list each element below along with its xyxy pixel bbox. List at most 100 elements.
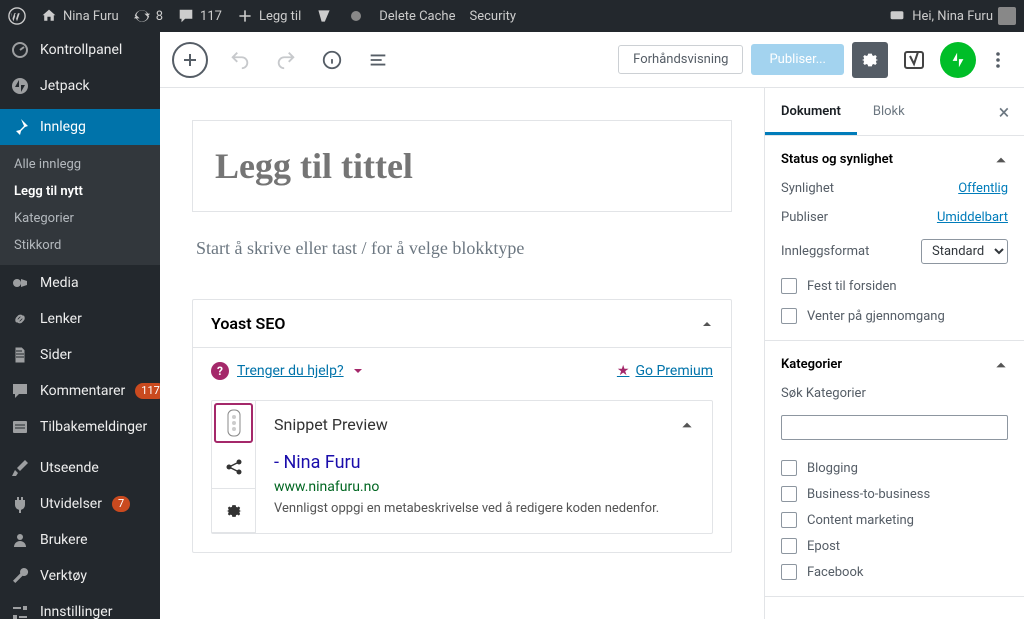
snippet-title[interactable]: - Nina Furu: [274, 452, 694, 473]
home-icon: [40, 7, 58, 25]
user-icon: [10, 530, 30, 550]
panel-categories: Kategorier Søk Kategorier Blogging Busin…: [765, 341, 1024, 597]
settings-toggle[interactable]: [852, 42, 888, 78]
menu-tools[interactable]: Verktøy: [0, 558, 160, 594]
comments-count: 117: [200, 9, 222, 24]
outline-button[interactable]: [364, 46, 392, 74]
tab-document[interactable]: Dokument: [765, 88, 857, 135]
feedback-icon: [10, 417, 30, 437]
notifications[interactable]: [888, 7, 906, 25]
comments-badge: 117: [135, 383, 160, 399]
visibility-value[interactable]: Offentlig: [958, 181, 1008, 196]
category-item[interactable]: Business-to-business: [781, 486, 1008, 502]
snippet-tab-traffic[interactable]: [214, 403, 253, 443]
snippet-tab-settings[interactable]: [212, 489, 255, 533]
checkbox-icon: [781, 278, 797, 294]
search-categories-label: Søk Kategorier: [781, 386, 1008, 401]
site-name-text: Nina Furu: [63, 9, 119, 24]
menu-jetpack[interactable]: Jetpack: [0, 68, 160, 104]
block-appender[interactable]: Start å skrive eller tast / for å velge …: [196, 238, 728, 259]
site-name[interactable]: Nina Furu: [40, 7, 119, 25]
snippet-preview-box: Snippet Preview - Nina Furu www.ninafuru…: [211, 400, 713, 534]
menu-users[interactable]: Brukere: [0, 522, 160, 558]
yoast-ab[interactable]: [315, 7, 333, 25]
snippet-preview-heading: Snippet Preview: [274, 415, 388, 434]
menu-links[interactable]: Lenker: [0, 301, 160, 337]
yoast-toggle[interactable]: [896, 42, 932, 78]
help-icon: ?: [211, 362, 229, 380]
submenu-categories[interactable]: Kategorier: [0, 205, 160, 232]
wrench-icon: [10, 566, 30, 586]
snippet-tab-share[interactable]: [212, 445, 255, 489]
post-format-select[interactable]: Standard: [921, 239, 1008, 264]
chevron-up-icon: [994, 358, 1008, 372]
checkbox-icon: [781, 486, 797, 502]
menu-plugins[interactable]: Utvidelser7: [0, 486, 160, 522]
go-premium-link[interactable]: ★Go Premium: [617, 363, 713, 379]
delete-cache[interactable]: Delete Cache: [379, 9, 455, 24]
pending-checkbox[interactable]: Venter på gjennomgang: [781, 308, 1008, 324]
updates-count: 8: [156, 9, 163, 24]
category-item[interactable]: Facebook: [781, 564, 1008, 580]
security-link[interactable]: Security: [469, 9, 516, 24]
tab-block[interactable]: Blokk: [857, 88, 921, 135]
panel-status-toggle[interactable]: Status og synlighet: [781, 152, 1008, 167]
menu-pages[interactable]: Sider: [0, 337, 160, 373]
dot-status[interactable]: [347, 7, 365, 25]
search-categories-input[interactable]: [781, 415, 1008, 440]
stick-checkbox[interactable]: Fest til forsiden: [781, 278, 1008, 294]
snippet-url[interactable]: www.ninafuru.no: [274, 479, 694, 495]
jetpack-icon: [10, 76, 30, 96]
avatar-icon: [998, 7, 1016, 25]
checkbox-icon: [781, 460, 797, 476]
category-item[interactable]: Content marketing: [781, 512, 1008, 528]
menu-comments[interactable]: Kommentarer117: [0, 373, 160, 409]
snippet-description[interactable]: Vennligst oppgi en metabeskrivelse ved å…: [274, 501, 694, 516]
chevron-up-icon: [994, 153, 1008, 167]
submenu-add-new[interactable]: Legg til nytt: [0, 178, 160, 205]
comments-icon: [10, 381, 30, 401]
help-link[interactable]: Trenger du hjelp?: [237, 363, 344, 379]
undo-button[interactable]: [226, 46, 254, 74]
panel-categories-toggle[interactable]: Kategorier: [781, 357, 1008, 372]
yoast-icon: [315, 7, 333, 25]
yoast-header[interactable]: Yoast SEO: [193, 300, 731, 348]
submenu-posts: Alle innlegg Legg til nytt Kategorier St…: [0, 145, 160, 265]
submenu-all-posts[interactable]: Alle innlegg: [0, 151, 160, 178]
post-title-wrapper: [192, 120, 732, 212]
more-menu[interactable]: [984, 46, 1012, 74]
menu-appearance[interactable]: Utseende: [0, 450, 160, 486]
format-label: Innleggsformat: [781, 244, 869, 259]
category-item[interactable]: Blogging: [781, 460, 1008, 476]
circle-icon: [347, 7, 365, 25]
checkbox-icon: [781, 308, 797, 324]
add-block-button[interactable]: [172, 42, 208, 78]
updates[interactable]: 8: [133, 7, 163, 25]
close-settings[interactable]: ×: [984, 88, 1024, 135]
menu-posts[interactable]: Innlegg: [0, 109, 160, 145]
post-title-input[interactable]: [215, 145, 709, 187]
jetpack-toggle[interactable]: [940, 42, 976, 78]
menu-feedback[interactable]: Tilbakemeldinger: [0, 409, 160, 445]
menu-dashboard[interactable]: Kontrollpanel: [0, 32, 160, 68]
redo-button[interactable]: [272, 46, 300, 74]
collapse-icon[interactable]: [680, 418, 694, 432]
editor-content: Forhåndsvisning Publiser... Start å skri…: [160, 32, 1024, 619]
sliders-icon: [10, 602, 30, 619]
submenu-tags[interactable]: Stikkord: [0, 232, 160, 259]
publish-button[interactable]: Publiser...: [751, 44, 844, 75]
visibility-label: Synlighet: [781, 181, 834, 196]
category-item[interactable]: Epost: [781, 538, 1008, 554]
greeting[interactable]: Hei, Nina Furu: [912, 7, 1016, 25]
preview-button[interactable]: Forhåndsvisning: [618, 45, 743, 74]
wp-logo[interactable]: [8, 7, 26, 25]
add-new[interactable]: Legg til: [236, 7, 301, 25]
link-icon: [10, 309, 30, 329]
content-info-button[interactable]: [318, 46, 346, 74]
menu-media[interactable]: Media: [0, 265, 160, 301]
comments-link[interactable]: 117: [177, 7, 222, 25]
publish-value[interactable]: Umiddelbart: [937, 210, 1008, 225]
pin-icon: [10, 117, 30, 137]
chevron-down-icon: [352, 365, 364, 377]
menu-settings[interactable]: Innstillinger: [0, 594, 160, 619]
